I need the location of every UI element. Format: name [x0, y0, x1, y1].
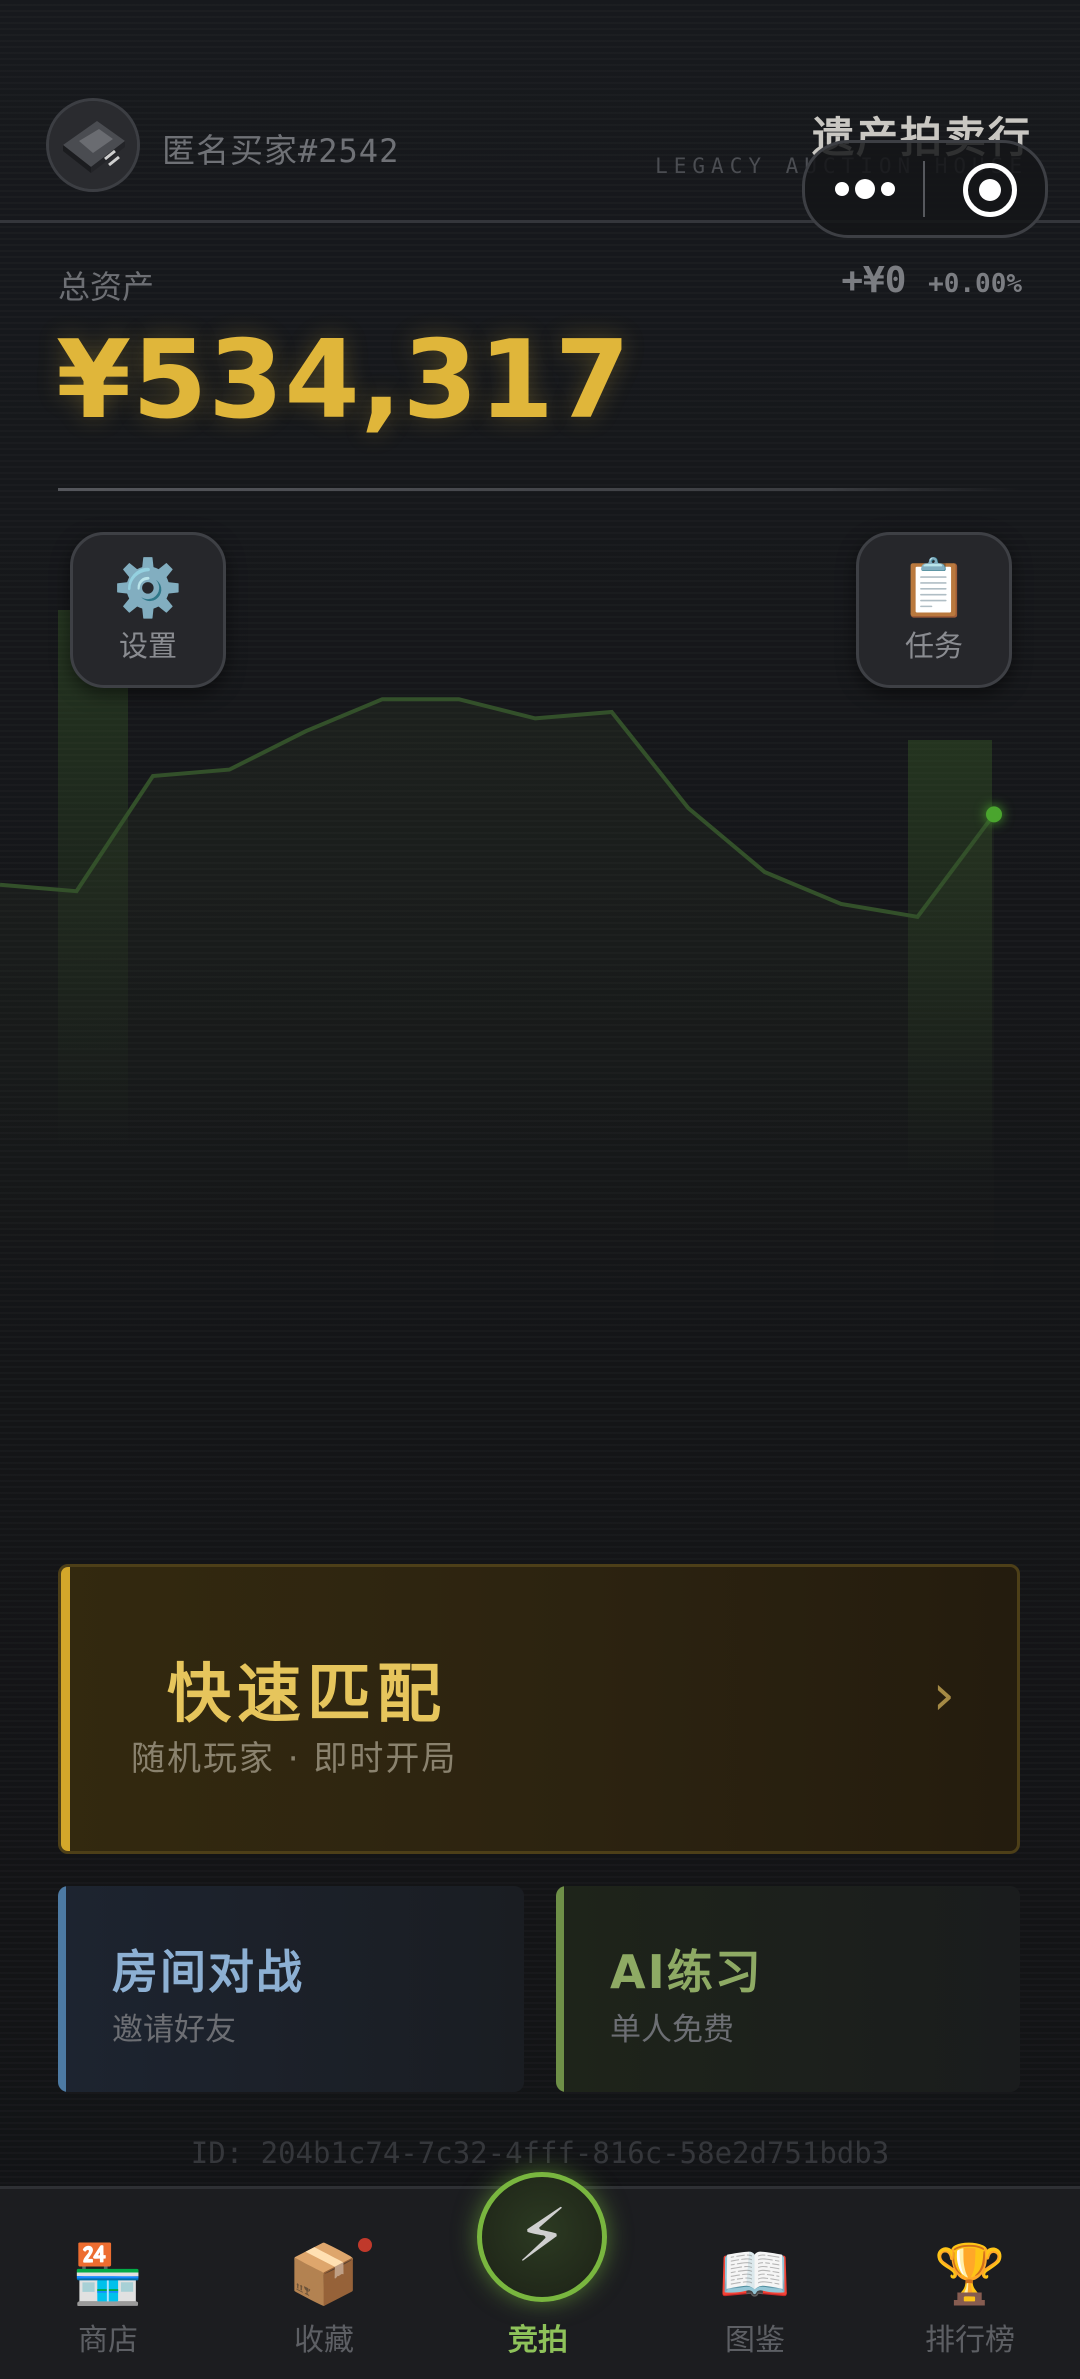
avatar[interactable]	[46, 98, 140, 192]
avatar-image	[49, 101, 137, 189]
target-circle-icon[interactable]	[963, 163, 1017, 217]
username-tag: #2542	[298, 132, 400, 170]
tab-encyclopedia[interactable]: 📖 图鉴	[675, 2239, 835, 2359]
asset-divider	[58, 488, 1022, 491]
lightning-icon: ⚡	[516, 2193, 568, 2279]
tasks-label: 任务	[904, 629, 963, 663]
tab-collection-label: 收藏	[294, 2323, 354, 2358]
room-battle-subtitle: 邀请好友	[112, 2012, 236, 2048]
total-assets-label: 总资产	[58, 268, 155, 306]
quick-match-title: 快速匹配	[167, 1658, 447, 1732]
settings-button[interactable]: ⚙️ 设置	[70, 532, 226, 688]
asset-change-amount: +¥0	[841, 260, 907, 301]
trophy-icon: 🏆	[933, 2240, 1007, 2308]
tab-leaderboard-label: 排行榜	[925, 2323, 1015, 2358]
chevron-right-icon: ›	[932, 1663, 955, 1728]
gear-icon: ⚙️	[113, 556, 183, 621]
package-icon: 📦	[287, 2240, 361, 2308]
tab-store-label: 商店	[78, 2323, 138, 2358]
room-battle-accent-bar	[58, 1886, 66, 2092]
tab-collection[interactable]: 📦 收藏	[244, 2239, 404, 2359]
room-battle-card[interactable]: 房间对战 邀请好友	[58, 1886, 524, 2092]
more-dots-icon[interactable]	[835, 171, 895, 207]
tab-leaderboard[interactable]: 🏆 排行榜	[890, 2239, 1050, 2359]
asset-change-percent: +0.00%	[928, 269, 1022, 299]
tab-auction-label: 竞拍	[508, 2323, 568, 2358]
store-icon: 🏪	[71, 2240, 145, 2308]
user-id-text: ID: 204b1c74-7c32-4fff-816c-58e2d751bdb3	[190, 2136, 890, 2170]
tab-encyclopedia-label: 图鉴	[725, 2323, 785, 2358]
ai-practice-subtitle: 单人免费	[610, 2012, 734, 2048]
collection-notification-badge	[358, 2238, 372, 2252]
quick-match-card[interactable]: 快速匹配 随机玩家 · 即时开局 ›	[58, 1564, 1020, 1854]
settings-label: 设置	[118, 629, 177, 663]
asset-change: +¥0 +0.00%	[841, 260, 1022, 301]
username-name: 匿名买家	[162, 131, 298, 170]
tab-store[interactable]: 🏪 商店	[28, 2239, 188, 2359]
clipboard-icon: 📋	[899, 556, 969, 621]
ai-practice-card[interactable]: AI练习 单人免费	[556, 1886, 1020, 2092]
chart-point	[986, 806, 1002, 823]
book-icon: 📖	[718, 2240, 792, 2308]
room-battle-title: 房间对战	[112, 1945, 304, 1999]
username: 匿名买家#2542	[162, 124, 399, 172]
quick-match-accent-bar	[61, 1567, 70, 1851]
chart-area	[0, 699, 994, 1300]
quick-match-subtitle: 随机玩家 · 即时开局	[131, 1739, 458, 1779]
tasks-button[interactable]: 📋 任务	[856, 532, 1012, 688]
ai-practice-accent-bar	[556, 1886, 564, 2092]
mini-program-capsule	[802, 140, 1048, 238]
total-assets-value: ¥534,317	[56, 318, 632, 443]
auction-center-button[interactable]: ⚡	[477, 2172, 607, 2302]
capsule-divider	[923, 161, 925, 217]
ai-practice-title: AI练习	[610, 1945, 763, 1999]
